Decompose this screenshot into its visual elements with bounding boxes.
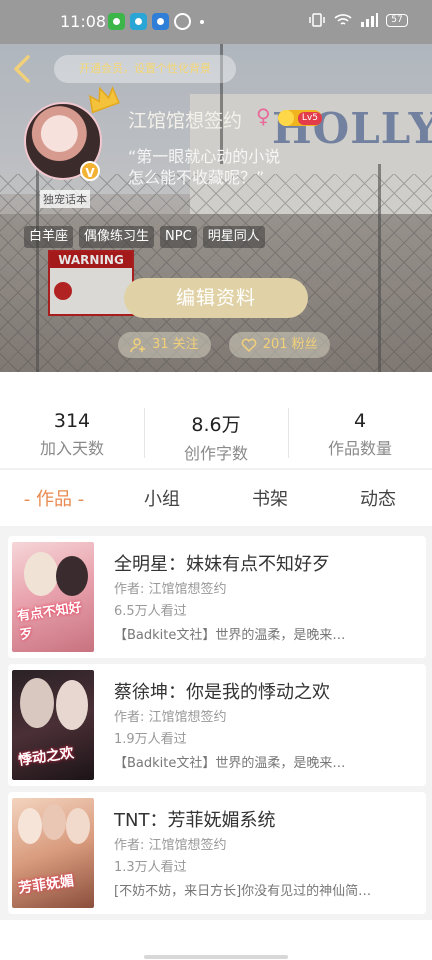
edit-profile-button[interactable]: 编辑资料 — [124, 278, 308, 318]
tab-works[interactable]: - 作品 - — [0, 476, 108, 524]
stats-row: 314 加入天数 8.6万 创作字数 4 作品数量 — [0, 372, 432, 468]
stat-value: 314 — [53, 410, 91, 432]
book-title: TNT：芳菲妩媚系统 — [114, 810, 276, 831]
cover-figure — [56, 556, 88, 596]
book-title: 全明星：妹妹有点不知好歹 — [114, 554, 330, 575]
person-plus-icon — [130, 338, 145, 353]
book-title: 蔡徐坤：你是我的悸动之欢 — [114, 682, 330, 703]
profile-tags: 白羊座 偶像练习生 NPC 明星同人 — [24, 226, 265, 248]
status-time: 11:08 — [60, 12, 107, 31]
notification-icons — [108, 13, 204, 30]
stat-value: 4 — [353, 410, 367, 432]
tag-item: 明星同人 — [202, 226, 265, 248]
tab-groups[interactable]: 小组 — [108, 476, 216, 524]
status-bar: 11:08 57 — [0, 0, 432, 44]
profile-header: HOLLYWOOD WARNING — [0, 44, 432, 372]
stat-label: 加入天数 — [39, 439, 104, 458]
following-count: 31 关注 — [152, 337, 199, 352]
cover-figure — [24, 552, 58, 596]
bio-line: “第一眼就心动的小说 — [128, 147, 281, 166]
signal-icon — [361, 13, 378, 27]
stat-words: 8.6万 创作字数 — [144, 372, 288, 468]
follow-stats: 31 关注 201 粉丝 — [118, 332, 330, 358]
book-description: 【Badkite文社】世界的温柔，是晚来… — [114, 756, 346, 771]
username: 江馆馆想签约 — [128, 110, 243, 132]
book-card[interactable]: 有点不知好歹 全明星：妹妹有点不知好歹 作者: 江馆馆想签约 6.5万人看过 【… — [8, 536, 426, 658]
female-gender-icon: ♀ — [256, 104, 271, 128]
cover-title-art: 芳菲妩媚 — [17, 873, 75, 897]
app-notification-icon — [130, 13, 147, 30]
cover-figure — [56, 680, 88, 730]
fans-button[interactable]: 201 粉丝 — [228, 332, 330, 358]
following-button[interactable]: 31 关注 — [118, 332, 211, 358]
stat-works: 4 作品数量 — [288, 372, 432, 468]
battery-icon: 57 — [386, 13, 408, 27]
stat-days: 314 加入天数 — [0, 372, 144, 468]
book-views: 1.3万人看过 — [114, 860, 187, 875]
user-app-icon — [174, 13, 191, 30]
book-description: [不妨不妨，来日方长]你没有见过的神仙简… — [114, 884, 372, 899]
level-badge-icon — [278, 110, 294, 126]
cover-figure — [20, 678, 54, 728]
cover-figure — [18, 808, 42, 844]
cover-title-art: 悸动之欢 — [17, 745, 75, 769]
book-author: 作者: 江馆馆想签约 — [114, 582, 227, 597]
book-cover: 有点不知好歹 — [12, 542, 94, 652]
verified-v-badge: V — [80, 161, 100, 181]
divider — [0, 468, 432, 470]
bio-line: 怎么能不收藏呢？” — [128, 168, 265, 187]
vibrate-icon — [309, 13, 325, 27]
book-description: 【Badkite文社】世界的温柔，是晚来… — [114, 628, 346, 643]
bio: “第一眼就心动的小说 怎么能不收藏呢？” — [128, 146, 368, 188]
back-arrow-icon[interactable] — [10, 54, 36, 84]
stat-label: 作品数量 — [327, 439, 392, 458]
book-author: 作者: 江馆馆想签约 — [114, 710, 227, 725]
avatar-tag: 独宠话本 — [40, 190, 90, 208]
browser-icon — [152, 13, 169, 30]
cover-figure — [66, 808, 90, 844]
cover-figure — [42, 804, 66, 840]
vip-background-banner[interactable]: 开通会员，设置个性化背景 — [54, 55, 236, 83]
tab-activity[interactable]: 动态 — [324, 476, 432, 524]
book-cover: 悸动之欢 — [12, 670, 94, 780]
stat-label: 创作字数 — [183, 444, 248, 463]
more-notifications-dot — [200, 19, 204, 24]
background-shade — [0, 44, 432, 372]
tag-item: 偶像练习生 — [79, 226, 155, 248]
book-views: 1.9万人看过 — [114, 732, 187, 747]
profile-tabs: - 作品 - 小组 书架 动态 — [0, 476, 432, 524]
book-cover: 芳菲妩媚 — [12, 798, 94, 908]
fans-count: 201 粉丝 — [262, 337, 318, 352]
wechat-icon — [108, 13, 125, 30]
tag-item: NPC — [160, 226, 197, 248]
crown-icon — [88, 86, 120, 114]
cover-title-art: 有点不知好歹 — [16, 600, 83, 644]
tag-item: 白羊座 — [24, 226, 74, 248]
book-views: 6.5万人看过 — [114, 604, 187, 619]
system-icons: 57 — [308, 13, 408, 27]
wifi-icon — [334, 14, 352, 25]
heart-icon — [241, 338, 256, 353]
book-author: 作者: 江馆馆想签约 — [114, 838, 227, 853]
book-card[interactable]: 芳菲妩媚 TNT：芳菲妩媚系统 作者: 江馆馆想签约 1.3万人看过 [不妨不妨… — [8, 792, 426, 914]
book-card[interactable]: 悸动之欢 蔡徐坤：你是我的悸动之欢 作者: 江馆馆想签约 1.9万人看过 【Ba… — [8, 664, 426, 786]
home-indicator[interactable] — [144, 955, 288, 959]
level-badge: Lv5 — [278, 110, 322, 126]
bottom-area — [0, 920, 432, 960]
stat-value: 8.6万 — [191, 414, 241, 436]
level-text: Lv5 — [297, 111, 322, 125]
tab-bookshelf[interactable]: 书架 — [216, 476, 324, 524]
